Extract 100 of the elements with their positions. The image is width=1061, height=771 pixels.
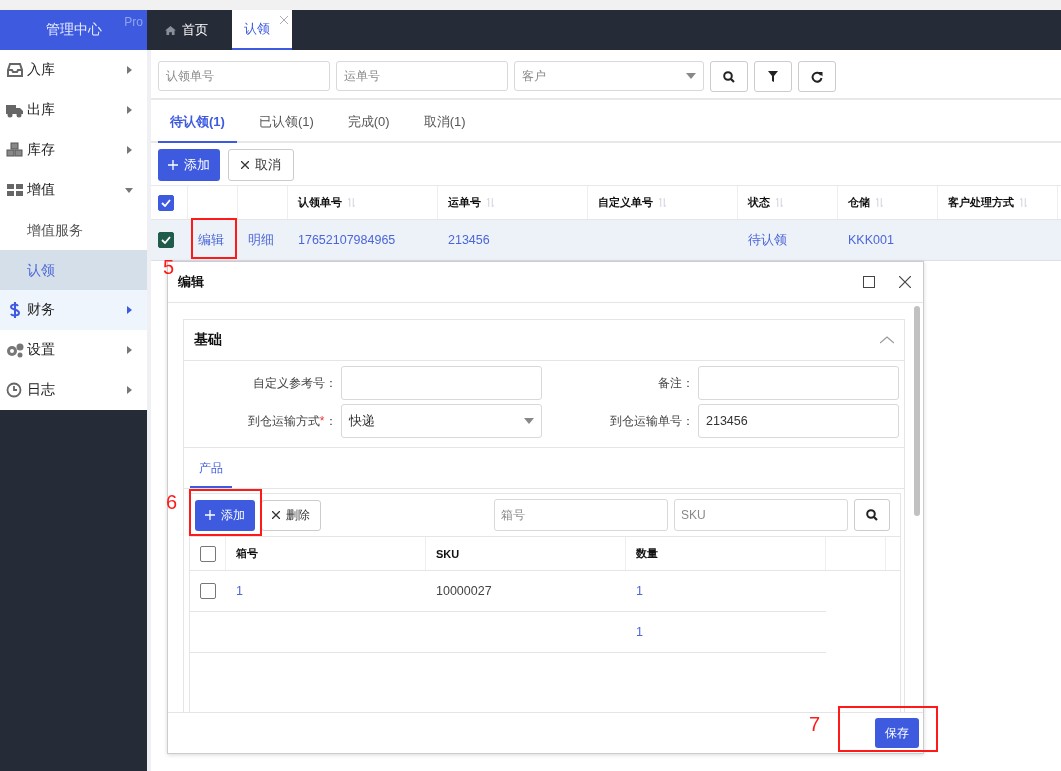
page-tab[interactable]: 首页 [147,10,228,50]
close-icon[interactable] [899,276,911,288]
menu-label: 入库 [27,61,56,79]
status-tab[interactable]: 已认领(1) [246,103,326,141]
search-field[interactable]: 认领单号 [158,61,330,91]
close-icon [272,511,280,519]
sort-icon[interactable] [487,197,494,208]
sort-icon[interactable] [659,197,666,208]
caret-right-icon [125,346,133,354]
checkbox[interactable] [158,232,174,248]
collapse-icon[interactable] [880,336,894,344]
table-cell: 1 [636,584,643,598]
table-cell: 待认领 [748,231,787,249]
menu-item[interactable]: 出库 [0,90,147,130]
menu-label: 出库 [27,101,56,119]
input-field[interactable]: 213456 [698,404,899,438]
submenu-item[interactable]: 认领 [0,250,147,290]
edition-label: Pro [124,15,143,29]
filter-button[interactable] [754,61,792,92]
column-header: 认领单号 [298,195,342,210]
menu-item[interactable]: 财务 [0,290,147,330]
checkbox[interactable] [158,194,174,211]
search-icon [866,509,878,521]
refresh-icon [811,70,823,83]
field-label: 自定义参考号： [252,374,337,392]
menu-item[interactable]: 设置 [0,330,147,370]
menu-label: 增值 [27,181,56,199]
refresh-button[interactable] [798,61,836,92]
home-icon [165,25,176,35]
add-button[interactable]: 添加 [195,499,255,531]
page-tab[interactable]: 认领 [232,10,292,50]
sort-icon[interactable] [876,197,883,208]
caret-right-icon [125,106,133,114]
column-header: 状态 [748,195,770,210]
table-cell: KKK001 [848,233,894,247]
menu-item[interactable]: 增值 [0,170,147,210]
search-field[interactable]: SKU [674,499,848,531]
status-tab[interactable]: 待认领(1) [158,103,237,143]
sort-icon[interactable] [776,197,783,208]
column-header: 自定义单号 [598,195,653,210]
table-cell: 10000027 [436,584,492,598]
dialog-title: 编辑 [178,273,205,291]
caret-right-icon [125,146,133,154]
maximize-icon[interactable] [863,276,875,288]
plus-icon [205,510,215,520]
boxes-icon [6,142,24,158]
input-field[interactable] [698,366,899,400]
product-tab[interactable]: 产品 [190,448,232,488]
column-header: 仓储 [848,195,870,210]
customer-select[interactable]: 客户 [514,61,704,91]
select-field[interactable]: 快递 [340,404,542,438]
menu-item[interactable]: 入库 [0,50,147,90]
menu-label: 财务 [27,301,56,319]
menu-label: 日志 [27,381,56,399]
menu-item[interactable]: 库存 [0,130,147,170]
step-number: 7 [809,713,821,736]
tray-icon [6,62,24,78]
truck-icon [6,102,24,118]
field-label: 到仓运输方式*： [247,412,337,430]
status-tab[interactable]: 完成(0) [335,103,402,141]
menu-item[interactable]: 日志 [0,370,147,410]
add-button[interactable]: 添加 [158,149,220,181]
table-cell: 213456 [448,233,490,247]
section-title: 基础 [194,331,222,349]
table-cell: 1 [236,584,243,598]
search-icon [723,70,735,83]
detail-link[interactable]: 明细 [248,231,274,249]
search-button[interactable] [854,499,890,531]
caret-down-icon [125,186,133,194]
cancel-button[interactable]: 取消 [228,149,294,181]
caret-right-icon [125,66,133,74]
gears-icon [6,342,24,358]
delete-button[interactable]: 删除 [261,499,321,531]
search-field[interactable]: 箱号 [494,499,668,531]
caret-right-icon [125,386,133,394]
field-label: 备注： [658,374,694,392]
status-tab[interactable]: 取消(1) [411,103,478,141]
menu-label: 库存 [27,141,56,159]
save-button[interactable]: 保存 [875,718,919,748]
clock-icon [6,382,24,398]
sort-icon[interactable] [1020,197,1027,208]
field-label: 到仓运输单号： [610,412,694,430]
submenu-item[interactable]: 增值服务 [0,210,147,250]
input-field[interactable] [340,366,542,400]
caret-right-icon [125,306,133,314]
edit-link[interactable]: 编辑 [198,231,224,249]
search-button[interactable] [710,61,748,92]
table-cell: 17652107984965 [298,233,396,247]
table-cell: 1 [636,625,643,639]
column-header: 数量 [636,546,658,561]
checkbox[interactable] [200,545,216,562]
checkbox[interactable] [200,583,216,599]
close-icon [241,161,249,169]
scrollbar[interactable] [914,306,920,516]
step-number: 6 [166,491,178,514]
plus-icon [168,160,178,170]
column-header: SKU [436,547,460,560]
menu-label: 设置 [27,341,56,359]
sort-icon[interactable] [348,197,355,208]
search-field[interactable]: 运单号 [336,61,508,91]
